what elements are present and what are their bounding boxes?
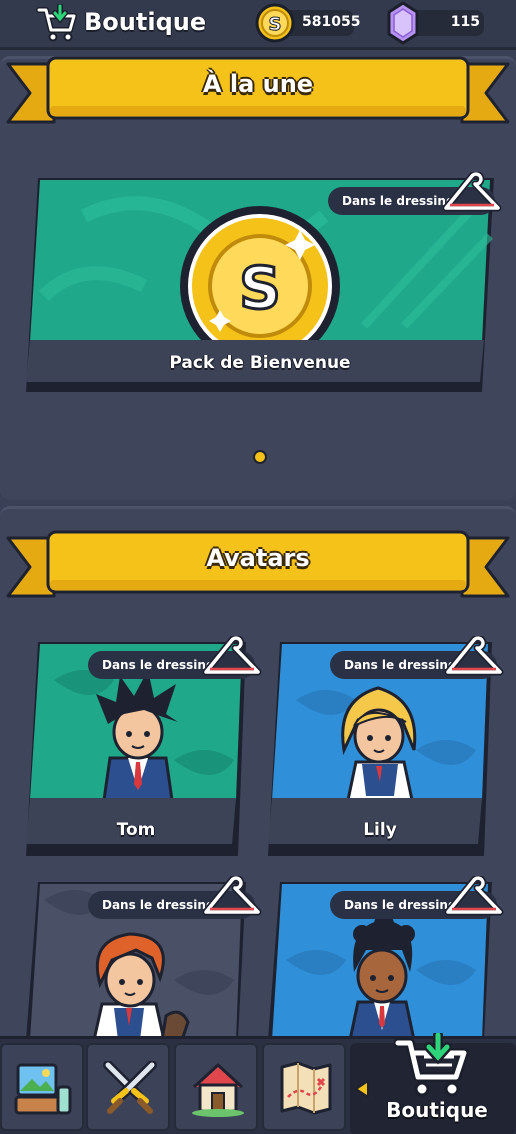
hanger-icon bbox=[444, 636, 504, 676]
swords-icon bbox=[103, 1061, 157, 1114]
chevron-left-icon bbox=[354, 1079, 369, 1099]
gem-icon bbox=[387, 1, 419, 45]
hanger-icon bbox=[444, 876, 504, 916]
avatars-title: Avatars bbox=[206, 544, 310, 572]
svg-text:S: S bbox=[239, 254, 281, 322]
cart-icon bbox=[394, 1033, 469, 1097]
gallery-icon bbox=[14, 1063, 72, 1115]
coin-amount: 581055 bbox=[302, 14, 361, 30]
nav-gallery[interactable] bbox=[0, 1043, 84, 1131]
nav-map[interactable] bbox=[262, 1043, 346, 1131]
page-title: Boutique bbox=[84, 8, 207, 36]
top-bar: Boutique S 581055 115 bbox=[0, 0, 516, 50]
nav-shop-label: Boutique bbox=[386, 1098, 488, 1122]
featured-title: À la une bbox=[202, 70, 314, 98]
home-icon bbox=[192, 1063, 244, 1117]
svg-text:S: S bbox=[269, 14, 282, 35]
cart-icon bbox=[36, 4, 77, 42]
hanger-icon bbox=[202, 876, 262, 916]
nav-home[interactable] bbox=[174, 1043, 258, 1131]
hanger-icon bbox=[442, 172, 502, 212]
avatar-name: Lily bbox=[363, 820, 397, 840]
hanger-icon bbox=[202, 636, 262, 676]
gem-amount: 115 bbox=[450, 14, 480, 30]
coin-icon: S bbox=[255, 3, 295, 43]
carousel-dot[interactable] bbox=[253, 450, 267, 464]
nav-battle[interactable] bbox=[86, 1043, 170, 1131]
welcome-pack-label: Pack de Bienvenue bbox=[169, 353, 351, 373]
map-icon bbox=[280, 1061, 332, 1115]
avatar-name: Tom bbox=[116, 820, 156, 840]
